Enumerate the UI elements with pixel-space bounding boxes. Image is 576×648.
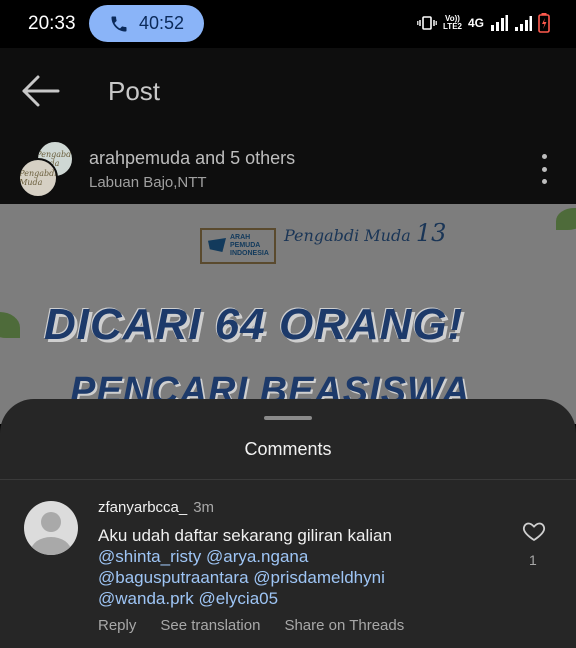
back-arrow-icon[interactable] <box>20 73 62 109</box>
mention-link[interactable]: @wanda.prk <box>98 589 194 608</box>
phone-icon <box>111 16 127 31</box>
logo-mark-icon <box>208 238 226 252</box>
network-type: 4G <box>467 16 484 30</box>
commenter-avatar[interactable] <box>24 501 78 555</box>
comments-sheet: Comments zfanyarbcca_ 3m Aku udah daftar … <box>0 399 576 648</box>
post-image[interactable]: ARAH PEMUDA INDONESIA Pengabdi Muda 13 D… <box>0 204 576 424</box>
sheet-drag-handle[interactable] <box>264 416 312 420</box>
share-on-threads-button[interactable]: Share on Threads <box>284 617 404 634</box>
leaf-decoration <box>556 208 576 230</box>
mention-link[interactable]: @shinta_risty <box>98 547 201 566</box>
avatar-logo-text: Pengabdi Muda <box>19 169 57 187</box>
divider <box>0 479 576 480</box>
image-headline: DICARI 64 ORANG! <box>44 300 464 349</box>
signal-strength-icon <box>491 15 508 31</box>
program-number: 13 <box>415 219 447 247</box>
comment-username[interactable]: zfanyarbcca_ <box>98 499 187 516</box>
reply-button[interactable]: Reply <box>98 617 136 634</box>
default-user-icon <box>31 512 71 555</box>
post-author-row: Pengabdi Muda Pengabdi Muda arahpemuda a… <box>0 134 576 204</box>
comment-text: Aku udah daftar sekarang giliran kalian … <box>98 525 498 609</box>
call-duration: 40:52 <box>138 13 185 33</box>
like-count: 1 <box>529 552 537 568</box>
battery-charging-icon <box>538 13 550 33</box>
comment-actions: Reply See translation Share on Threads <box>98 617 404 634</box>
author-avatar-stack[interactable]: Pengabdi Muda Pengabdi Muda <box>18 140 78 198</box>
post-header: Post <box>0 48 576 134</box>
comment-body: Aku udah daftar sekarang giliran kalian <box>98 526 392 545</box>
mention-link[interactable]: @prisdameldhyni <box>253 568 385 587</box>
status-icons: Vo)) LTE2 4G <box>417 13 550 33</box>
program-name: Pengabdi Muda <box>284 226 411 245</box>
comments-title: Comments <box>244 439 332 459</box>
mention-link[interactable]: @bagusputraantara <box>98 568 249 587</box>
author-avatar: Pengabdi Muda <box>18 158 58 198</box>
mention-link[interactable]: @elycia05 <box>198 589 278 608</box>
arah-pemuda-logo: ARAH PEMUDA INDONESIA <box>200 228 276 264</box>
volte-label-bottom: LTE2 <box>443 22 462 31</box>
ongoing-call-pill[interactable]: 40:52 <box>89 5 204 42</box>
program-logo: Pengabdi Muda 13 <box>284 221 446 245</box>
post-location[interactable]: Labuan Bajo,NTT <box>89 174 207 191</box>
page-title: Post <box>108 76 161 106</box>
heart-icon[interactable] <box>522 519 546 543</box>
comment-header: zfanyarbcca_ 3m <box>98 499 214 516</box>
leaf-decoration <box>0 312 20 338</box>
post-author-name[interactable]: arahpemuda and 5 others <box>89 148 295 169</box>
see-translation-button[interactable]: See translation <box>160 617 260 634</box>
mention-link[interactable]: @arya.ngana <box>206 547 308 566</box>
status-time: 20:33 <box>28 13 76 34</box>
status-bar: 20:33 40:52 Vo)) LTE2 4G <box>0 0 576 48</box>
volte-indicator: Vo)) LTE2 <box>443 15 462 31</box>
signal-strength-icon-sim2 <box>515 16 532 31</box>
vibrate-icon <box>417 16 437 30</box>
more-options-icon[interactable] <box>534 154 554 184</box>
comment-time: 3m <box>193 499 215 516</box>
logo-text: ARAH PEMUDA INDONESIA <box>230 234 269 257</box>
